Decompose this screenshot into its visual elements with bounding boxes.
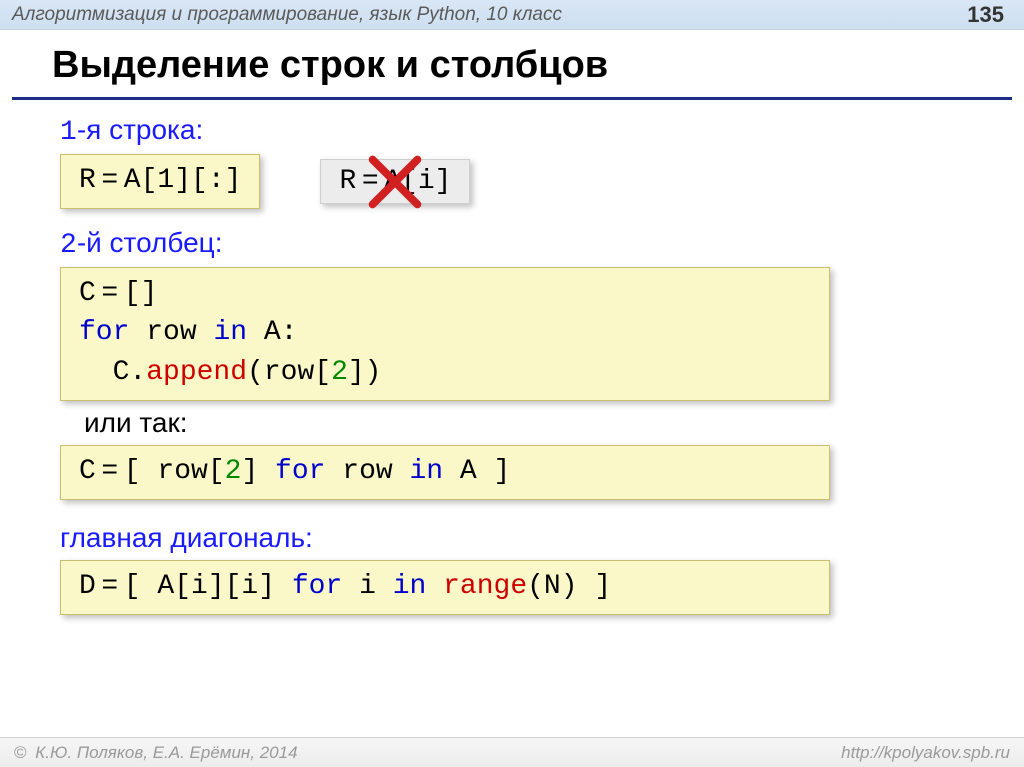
page-number: 135 (967, 2, 1004, 28)
copyright-icon: © (14, 743, 27, 762)
code-row-wrong: R = A[i] (320, 159, 470, 204)
slide-content: 1-я строка: R = A[1][:] R = A[i] 2-й сто… (0, 114, 1024, 615)
label-digit: 1 (60, 117, 77, 148)
section3-label: главная диагональ: (60, 522, 1024, 554)
section2-label: 2-й столбец: (60, 227, 1024, 261)
code-line: for row in A: (79, 313, 811, 352)
course-title: Алгоритмизация и программирование, язык … (12, 4, 562, 26)
footer-url: http://kpolyakov.spb.ru (841, 743, 1010, 763)
row-first: R = A[1][:] R = A[i] (60, 154, 1024, 209)
label-text: -я строка: (77, 114, 203, 145)
slide-header: Алгоритмизация и программирование, язык … (0, 0, 1024, 30)
slide-footer: © К.Ю. Поляков, Е.А. Ерёмин, 2014 http:/… (0, 737, 1024, 767)
code-row-slice: R = A[1][:] (60, 154, 260, 209)
copyright: © К.Ю. Поляков, Е.А. Ерёмин, 2014 (14, 743, 298, 763)
section1-label: 1-я строка: (60, 114, 1024, 148)
code-column-loop: C = [] for row in A: C.append(row[2]) (60, 267, 830, 401)
code-text: R = A[i] (339, 166, 451, 197)
code-column-comprehension: C = [ row[2] for row in A ] (60, 445, 830, 500)
slide-title: Выделение строк и столбцов (12, 30, 1012, 100)
code-line: C.append(row[2]) (79, 353, 811, 392)
or-label: или так: (84, 407, 1024, 439)
code-diagonal: D = [ A[i][i] for i in range(N) ] (60, 560, 830, 615)
label-text: -й столбец: (77, 227, 223, 258)
code-line: C = [] (79, 274, 811, 313)
label-digit: 2 (60, 230, 77, 261)
